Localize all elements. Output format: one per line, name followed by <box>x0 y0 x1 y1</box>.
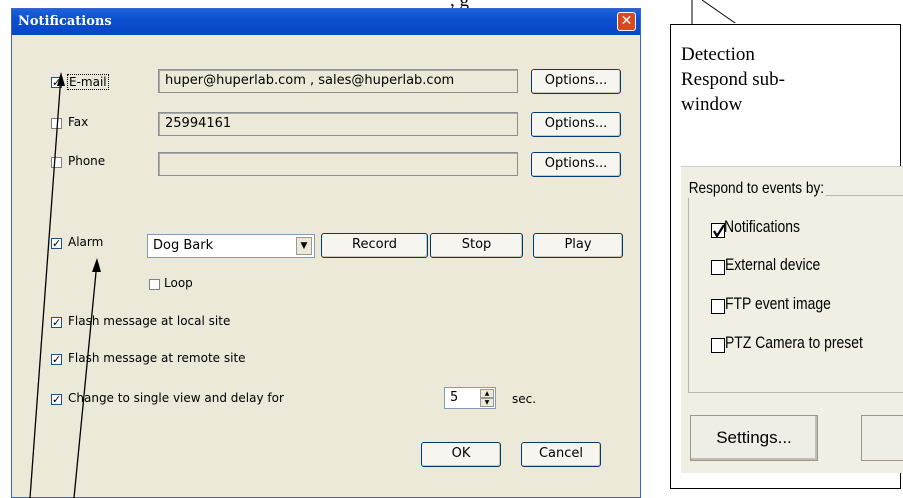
annotation-arrows <box>29 72 101 498</box>
